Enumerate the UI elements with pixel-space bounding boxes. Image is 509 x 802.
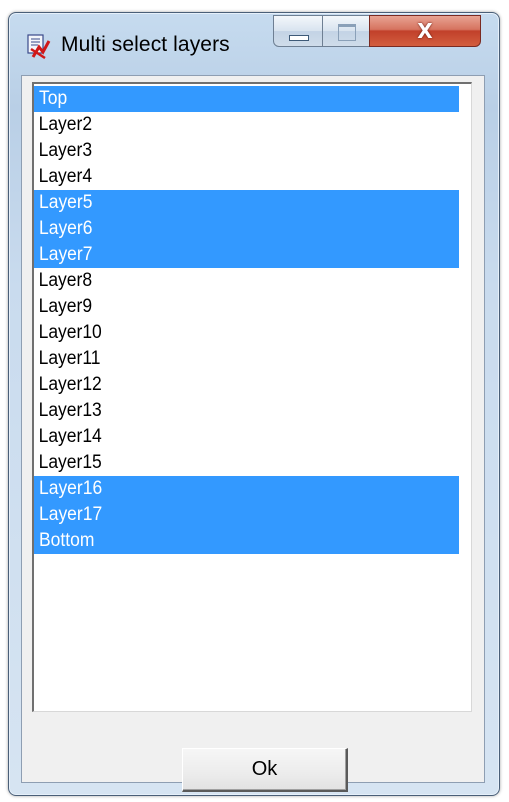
list-item-label: Layer2 (38, 114, 93, 135)
minimize-button[interactable] (273, 15, 323, 47)
list-item-label: Layer6 (39, 218, 93, 239)
layer-list: Top Layer2 Layer3 Layer4 Layer5 Layer6 Layer7 L… (34, 86, 459, 554)
list-item[interactable]: Layer3 (34, 138, 425, 164)
list-item-label: Layer4 (38, 166, 93, 187)
list-item-label: Layer3 (38, 140, 93, 161)
list-item[interactable]: Layer17 (34, 502, 459, 528)
list-item-label: Layer7 (39, 244, 93, 265)
maximize-icon (338, 24, 356, 41)
layers-app-icon (27, 34, 51, 59)
list-item[interactable]: Layer6 (34, 216, 459, 242)
list-item[interactable]: Layer8 (34, 268, 425, 294)
list-item[interactable]: Top (34, 86, 459, 112)
list-item[interactable]: Layer15 (34, 450, 425, 476)
list-item[interactable]: Layer4 (34, 164, 425, 190)
window-title: Multi select layers (61, 33, 230, 56)
dialog-client-area: Top Layer2 Layer3 Layer4 Layer5 Layer6 Layer7 L… (21, 75, 485, 792)
list-item-label: Layer8 (38, 270, 93, 291)
list-item-label: Layer5 (39, 192, 93, 213)
list-item[interactable]: Layer11 (34, 346, 425, 372)
list-item[interactable]: Layer14 (34, 424, 425, 450)
list-item[interactable]: Layer13 (34, 398, 425, 424)
list-item[interactable]: Layer7 (34, 242, 459, 268)
list-item-label: Layer16 (39, 478, 103, 499)
list-item[interactable]: Bottom (34, 528, 459, 554)
maximize-button (322, 15, 370, 47)
title-bar[interactable]: Multi select layers X (9, 13, 499, 73)
list-item[interactable]: Layer2 (34, 112, 425, 138)
minimize-icon (289, 35, 309, 41)
list-item[interactable]: Layer16 (34, 476, 459, 502)
list-item[interactable]: Layer5 (34, 190, 459, 216)
list-item-label: Layer15 (38, 452, 102, 473)
multi-select-layers-dialog: Multi select layers X Top Layer2 Layer3 Lay… (8, 12, 500, 796)
list-item-label: Layer10 (38, 322, 102, 343)
list-item-label: Layer9 (38, 296, 93, 317)
list-item-label: Bottom (39, 530, 95, 551)
list-item-label: Layer14 (38, 426, 102, 447)
close-icon: X (417, 19, 433, 43)
ok-button[interactable]: Ok (182, 748, 348, 792)
list-item[interactable]: Layer10 (34, 320, 425, 346)
caption-buttons: X (273, 15, 489, 49)
list-item[interactable]: Layer12 (34, 372, 425, 398)
list-item[interactable]: Layer9 (34, 294, 425, 320)
list-item-label: Top (39, 88, 68, 109)
list-item-label: Layer17 (39, 504, 103, 525)
close-button[interactable]: X (369, 15, 481, 47)
list-item-label: Layer13 (38, 400, 102, 421)
list-item-label: Layer12 (38, 374, 102, 395)
layers-listbox[interactable]: Top Layer2 Layer3 Layer4 Layer5 Layer6 Layer7 L… (32, 82, 472, 712)
list-item-label: Layer11 (38, 348, 101, 369)
